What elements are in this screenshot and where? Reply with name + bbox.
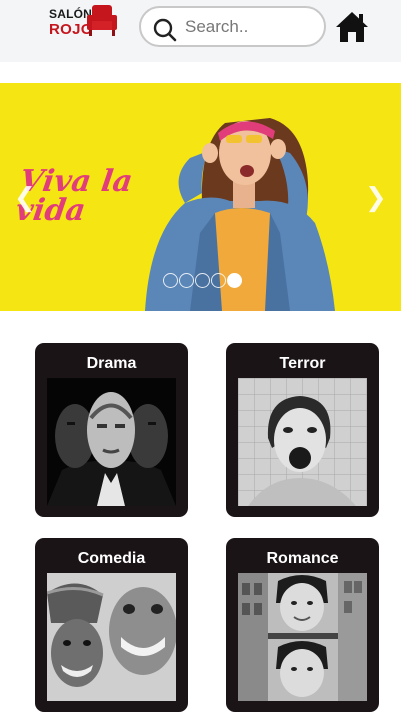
carousel-dot[interactable] bbox=[179, 273, 194, 288]
category-card-comedia[interactable]: Comedia bbox=[35, 538, 188, 712]
logo[interactable]: SALÓN ROJO bbox=[47, 4, 119, 40]
category-title: Romance bbox=[266, 550, 339, 567]
category-title: Terror bbox=[279, 355, 326, 372]
category-card-terror[interactable]: Terror bbox=[226, 343, 379, 517]
header: SALÓN ROJO bbox=[0, 0, 401, 62]
category-image-drama bbox=[47, 378, 176, 506]
category-image-romance bbox=[238, 573, 367, 701]
carousel-dot[interactable] bbox=[163, 273, 178, 288]
chevron-left-icon[interactable]: ❮ bbox=[14, 183, 36, 213]
search-input[interactable] bbox=[185, 14, 315, 40]
armchair-icon bbox=[87, 5, 117, 36]
category-image-comedia bbox=[47, 573, 176, 701]
carousel-dot[interactable] bbox=[195, 273, 210, 288]
category-card-romance[interactable]: Romance bbox=[226, 538, 379, 712]
carousel-indicators bbox=[163, 273, 242, 288]
carousel-dot-active[interactable] bbox=[227, 273, 242, 288]
search-bar[interactable] bbox=[139, 6, 326, 47]
home-icon[interactable] bbox=[335, 11, 369, 43]
chevron-right-icon[interactable]: ❯ bbox=[365, 183, 387, 213]
search-icon[interactable] bbox=[153, 18, 177, 42]
category-title: Drama bbox=[86, 355, 137, 372]
carousel-dot[interactable] bbox=[211, 273, 226, 288]
hero-carousel[interactable]: Viva la vida ❮ ❯ bbox=[0, 83, 401, 311]
category-title: Comedia bbox=[77, 550, 146, 567]
category-image-terror bbox=[238, 378, 367, 506]
category-card-drama[interactable]: Drama bbox=[35, 343, 188, 517]
